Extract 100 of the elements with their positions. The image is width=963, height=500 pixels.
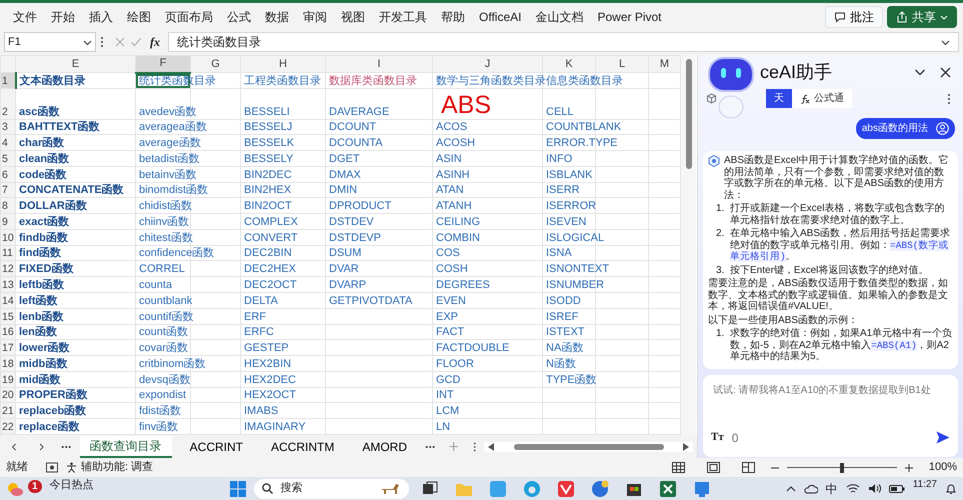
sheet-tab[interactable]: ACCRINTM (261, 436, 344, 456)
cell-text[interactable]: LN (436, 421, 450, 434)
news-title[interactable]: 今日热点 (50, 477, 94, 494)
vertical-scrollbar[interactable] (681, 55, 696, 435)
cube-icon[interactable] (706, 93, 717, 104)
panel-tab[interactable]: 天 (766, 89, 792, 108)
more-icon[interactable] (100, 36, 104, 48)
cell-text[interactable]: ISNUMBER (546, 278, 604, 292)
row-header[interactable]: 4 (0, 134, 16, 151)
menu-item[interactable]: 绘图 (120, 6, 158, 28)
row-header[interactable]: 22 (0, 418, 16, 434)
add-sheet-icon[interactable] (449, 441, 459, 452)
cell-text[interactable]: 数学与三角函数类目录 (436, 75, 546, 88)
chevron-down-icon[interactable] (941, 38, 950, 46)
input-method-indicator[interactable]: 中 (826, 480, 838, 498)
cell-text[interactable]: betainv函数 (139, 168, 196, 182)
sheet-tab[interactable]: AMORD (352, 436, 417, 456)
scroll-left-icon[interactable] (488, 442, 494, 450)
chevron-right-icon[interactable] (36, 442, 46, 452)
menu-item[interactable]: 视图 (334, 6, 372, 28)
row-header[interactable]: 21 (0, 402, 16, 419)
menu-item[interactable]: 开始 (44, 6, 82, 28)
name-box[interactable]: F1 (4, 32, 96, 52)
row-header[interactable]: 19 (0, 371, 16, 388)
row-header[interactable]: 14 (0, 292, 16, 308)
row-header[interactable]: 17 (0, 340, 16, 356)
row-header[interactable]: 6 (0, 166, 16, 182)
row-header[interactable]: 10 (0, 229, 16, 246)
scrollbar-thumb[interactable] (514, 444, 664, 450)
cell-text[interactable]: INT (436, 389, 454, 402)
row-header[interactable]: 16 (0, 324, 16, 340)
chevron-left-icon[interactable] (10, 442, 19, 452)
row-header[interactable]: 9 (0, 214, 16, 230)
menu-item[interactable]: 金山文档 (528, 6, 590, 28)
cell-text[interactable]: LCM (436, 405, 460, 418)
column-header[interactable]: F (136, 56, 190, 73)
cell-text[interactable]: COS (436, 247, 460, 260)
zoom-level[interactable]: 100% (928, 459, 957, 476)
send-icon[interactable] (936, 431, 950, 444)
cell-text[interactable]: asc函数 (19, 106, 60, 119)
row-header[interactable]: 18 (0, 356, 16, 372)
cell-text[interactable]: EXP (436, 310, 458, 324)
more-icon[interactable] (61, 444, 72, 448)
cell-text[interactable]: chitest函数 (139, 232, 193, 245)
cell-text[interactable]: ISLOGICAL (546, 232, 604, 245)
row-header[interactable]: 20 (0, 387, 16, 403)
cell-text[interactable]: 信息类函数目录 (546, 75, 623, 88)
wifi-icon[interactable] (846, 483, 860, 494)
row-header[interactable]: 5 (0, 150, 16, 166)
menu-item[interactable]: Power Pivot (590, 6, 668, 28)
windows-start-icon[interactable] (230, 480, 246, 496)
app-tile-icon[interactable] (556, 480, 575, 498)
menu-item[interactable]: 文件 (6, 6, 44, 28)
app-tile-icon[interactable] (692, 480, 711, 498)
more-icon[interactable] (947, 92, 951, 104)
zoom-slider-thumb[interactable] (840, 462, 844, 472)
app-tile-icon[interactable] (488, 480, 507, 498)
column-header[interactable]: I (326, 56, 432, 73)
menu-item[interactable]: 公式 (220, 6, 258, 28)
row-header[interactable]: 15 (0, 308, 16, 324)
cell-text[interactable]: confidence函数 (139, 247, 214, 260)
menu-item[interactable]: 审阅 (296, 6, 334, 28)
accessibility-status[interactable]: 辅助功能: 调查 (66, 459, 154, 476)
column-header[interactable]: E (16, 56, 136, 73)
cell-text[interactable]: averagea函数 (139, 121, 207, 134)
macro-record-icon[interactable] (46, 462, 58, 473)
menu-item[interactable]: 插入 (82, 6, 120, 28)
spreadsheet-icon[interactable] (658, 480, 677, 498)
column-header[interactable]: K (542, 56, 596, 73)
cell-text[interactable]: critbinom函数 (139, 358, 206, 371)
column-header[interactable]: L (596, 56, 648, 73)
check-icon[interactable] (130, 36, 142, 48)
row-header[interactable]: 3 (0, 119, 16, 135)
bell-icon[interactable] (945, 482, 957, 494)
scrollbar-thumb[interactable] (686, 59, 692, 169)
cell-text[interactable]: average函数 (139, 137, 201, 150)
page-break-icon[interactable] (742, 462, 755, 473)
cell-text[interactable]: GCD (436, 374, 460, 387)
normal-view-icon[interactable] (672, 462, 685, 473)
zoom-in-icon[interactable] (904, 464, 913, 472)
comment-button[interactable]: 批注 (825, 6, 883, 28)
chat-input-field[interactable]: 试试: 请帮我将A1至A10的不重复数据提取到B1处 (711, 380, 950, 428)
taskbar-search-box[interactable]: 搜索 (254, 478, 409, 498)
cell-text[interactable]: betadist函数 (139, 152, 200, 166)
row-header[interactable]: 12 (0, 260, 16, 277)
formula-field[interactable]: 统计类函数目录 (168, 32, 959, 52)
scroll-right-icon[interactable] (682, 442, 689, 450)
menu-item[interactable]: 页面布局 (158, 6, 220, 28)
sheet-tab[interactable]: 函数查询目录 (80, 436, 172, 458)
row-header[interactable]: 8 (0, 198, 16, 214)
function-symbol[interactable]: fx (146, 33, 164, 51)
cell-text[interactable]: ASIN (436, 152, 462, 166)
battery-icon[interactable] (888, 484, 905, 494)
speaker-icon[interactable] (868, 483, 881, 494)
zoom-slider[interactable] (786, 462, 897, 472)
cell-text[interactable]: COUNTBLANK (546, 121, 622, 134)
horizontal-scrollbar[interactable] (484, 442, 693, 452)
column-header[interactable]: J (432, 56, 542, 73)
more-icon[interactable] (425, 444, 436, 448)
close-icon[interactable] (940, 66, 951, 78)
